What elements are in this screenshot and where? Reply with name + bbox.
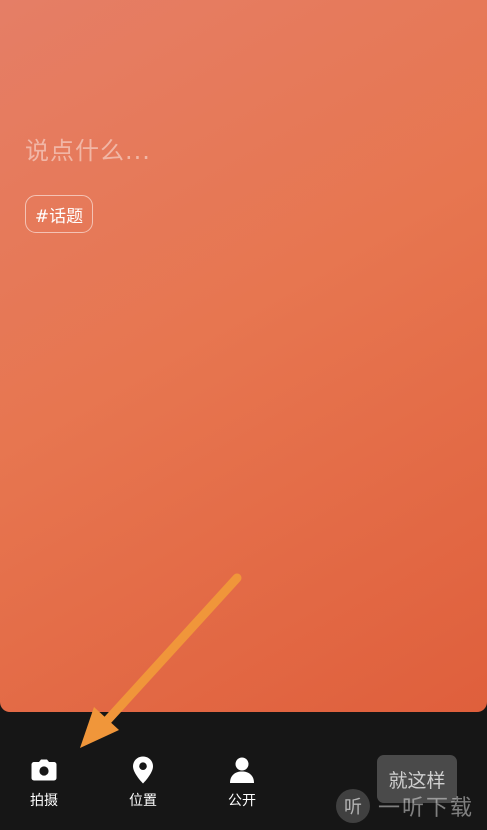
location-button[interactable]: 位置: [115, 756, 171, 810]
visibility-label: 公开: [228, 793, 256, 809]
post-editor-screen: 说点什么... #话题 拍摄 位置 公开 就这样 听 一听下载: [0, 0, 487, 830]
camera-button[interactable]: 拍摄: [16, 756, 72, 810]
topic-tag-button[interactable]: #话题: [25, 195, 93, 233]
person-icon: [227, 756, 257, 784]
camera-icon: [29, 756, 59, 784]
camera-label: 拍摄: [30, 793, 58, 809]
location-pin-icon: [128, 756, 158, 784]
post-background-card: 说点什么... #话题: [0, 0, 487, 712]
location-label: 位置: [129, 793, 157, 809]
post-text-input[interactable]: 说点什么...: [25, 131, 151, 166]
bottom-toolbar: 拍摄 位置 公开 就这样: [0, 712, 487, 830]
submit-button[interactable]: 就这样: [377, 755, 457, 803]
visibility-button[interactable]: 公开: [214, 756, 270, 810]
